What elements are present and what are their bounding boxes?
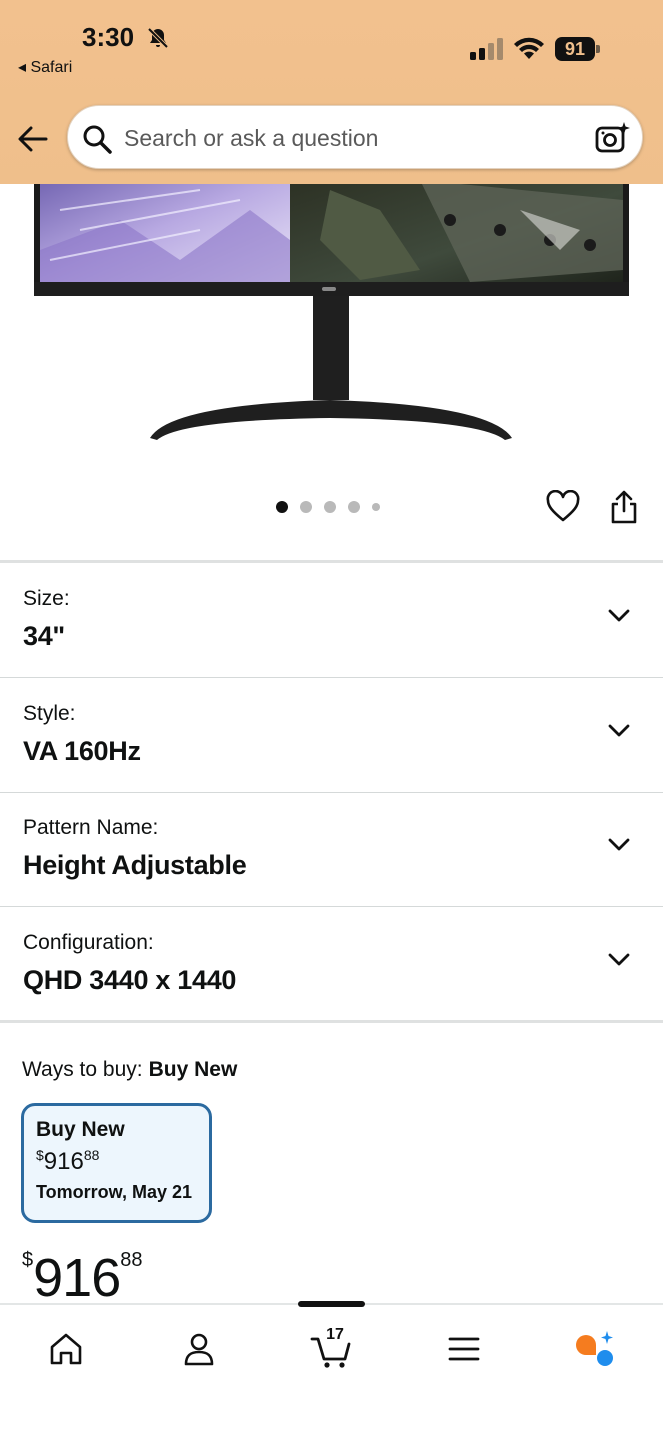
price-fraction: 88 bbox=[83, 1147, 100, 1163]
section-divider bbox=[0, 1020, 663, 1023]
variation-size-row[interactable]: Size: 34" bbox=[0, 563, 663, 677]
product-price: $91688 bbox=[22, 1247, 142, 1309]
variation-label: Configuration: bbox=[23, 931, 154, 954]
heart-icon[interactable] bbox=[546, 490, 580, 524]
search-input[interactable] bbox=[124, 118, 584, 158]
nav-account[interactable] bbox=[177, 1327, 221, 1371]
battery-level: 91 bbox=[555, 37, 595, 61]
variation-value: QHD 3440 x 1440 bbox=[23, 965, 237, 995]
back-arrow-icon[interactable] bbox=[16, 122, 50, 156]
variation-value: Height Adjustable bbox=[23, 850, 247, 880]
price-whole: 916 bbox=[43, 1148, 84, 1175]
bottom-navigation bbox=[0, 1301, 663, 1440]
search-bar[interactable] bbox=[67, 105, 643, 169]
carousel-dot[interactable] bbox=[276, 501, 288, 513]
price-symbol: $ bbox=[22, 1249, 34, 1271]
rufus-icon bbox=[576, 1331, 613, 1366]
variation-value: VA 160Hz bbox=[23, 736, 141, 766]
variation-configuration-row[interactable]: Configuration: QHD 3440 x 1440 bbox=[0, 907, 663, 1021]
chevron-down-icon bbox=[608, 724, 630, 737]
chevron-down-icon bbox=[608, 838, 630, 851]
carousel-dot[interactable] bbox=[324, 501, 336, 513]
variation-label: Pattern Name: bbox=[23, 816, 159, 839]
variation-label: Style: bbox=[23, 702, 76, 725]
buy-new-option-card[interactable]: Buy New $91688 Tomorrow, May 21 bbox=[21, 1103, 212, 1223]
carousel-dot[interactable] bbox=[372, 503, 380, 511]
price-fraction: 88 bbox=[120, 1249, 143, 1271]
image-carousel-dots[interactable] bbox=[276, 500, 380, 514]
share-icon[interactable] bbox=[607, 489, 641, 525]
search-icon bbox=[83, 125, 112, 154]
nav-home[interactable] bbox=[44, 1327, 88, 1371]
bell-muted-icon bbox=[147, 27, 169, 49]
price-symbol: $ bbox=[36, 1147, 44, 1163]
wifi-icon bbox=[514, 37, 544, 59]
status-time: 3:30 bbox=[82, 22, 135, 52]
buy-option-delivery: Tomorrow, May 21 bbox=[36, 1182, 193, 1202]
chevron-down-icon bbox=[608, 953, 630, 966]
camera-search-icon[interactable] bbox=[594, 120, 630, 156]
ways-to-buy-heading: Ways to buy: Buy New bbox=[22, 1058, 237, 1082]
menu-icon bbox=[448, 1337, 480, 1361]
ways-to-buy-selected: Buy New bbox=[148, 1058, 238, 1081]
cellular-signal-icon bbox=[470, 38, 503, 60]
active-tab-indicator bbox=[298, 1301, 365, 1307]
buy-option-title: Buy New bbox=[36, 1118, 125, 1141]
nav-menu[interactable] bbox=[442, 1327, 486, 1371]
cart-count-badge: 17 bbox=[326, 1326, 344, 1343]
back-to-safari[interactable]: ◂ Safari bbox=[18, 57, 72, 77]
top-header: 3:30 ◂ Safari 91 bbox=[0, 0, 663, 184]
price-whole: 916 bbox=[33, 1248, 121, 1308]
carousel-dot[interactable] bbox=[300, 501, 312, 513]
buy-option-price: $91688 bbox=[36, 1147, 209, 1176]
ways-to-buy-label: Ways to buy: bbox=[22, 1058, 143, 1081]
variation-value: 34" bbox=[23, 621, 65, 651]
product-image-monitor[interactable] bbox=[0, 150, 663, 450]
carousel-dot[interactable] bbox=[348, 501, 360, 513]
variation-label: Size: bbox=[23, 587, 70, 610]
variation-style-row[interactable]: Style: VA 160Hz bbox=[0, 678, 663, 792]
battery-indicator: 91 bbox=[555, 37, 600, 61]
account-icon bbox=[184, 1333, 214, 1366]
nav-rufus-assistant[interactable] bbox=[572, 1327, 616, 1371]
home-icon bbox=[50, 1333, 82, 1365]
chevron-down-icon bbox=[608, 609, 630, 622]
variation-pattern-row[interactable]: Pattern Name: Height Adjustable bbox=[0, 792, 663, 906]
